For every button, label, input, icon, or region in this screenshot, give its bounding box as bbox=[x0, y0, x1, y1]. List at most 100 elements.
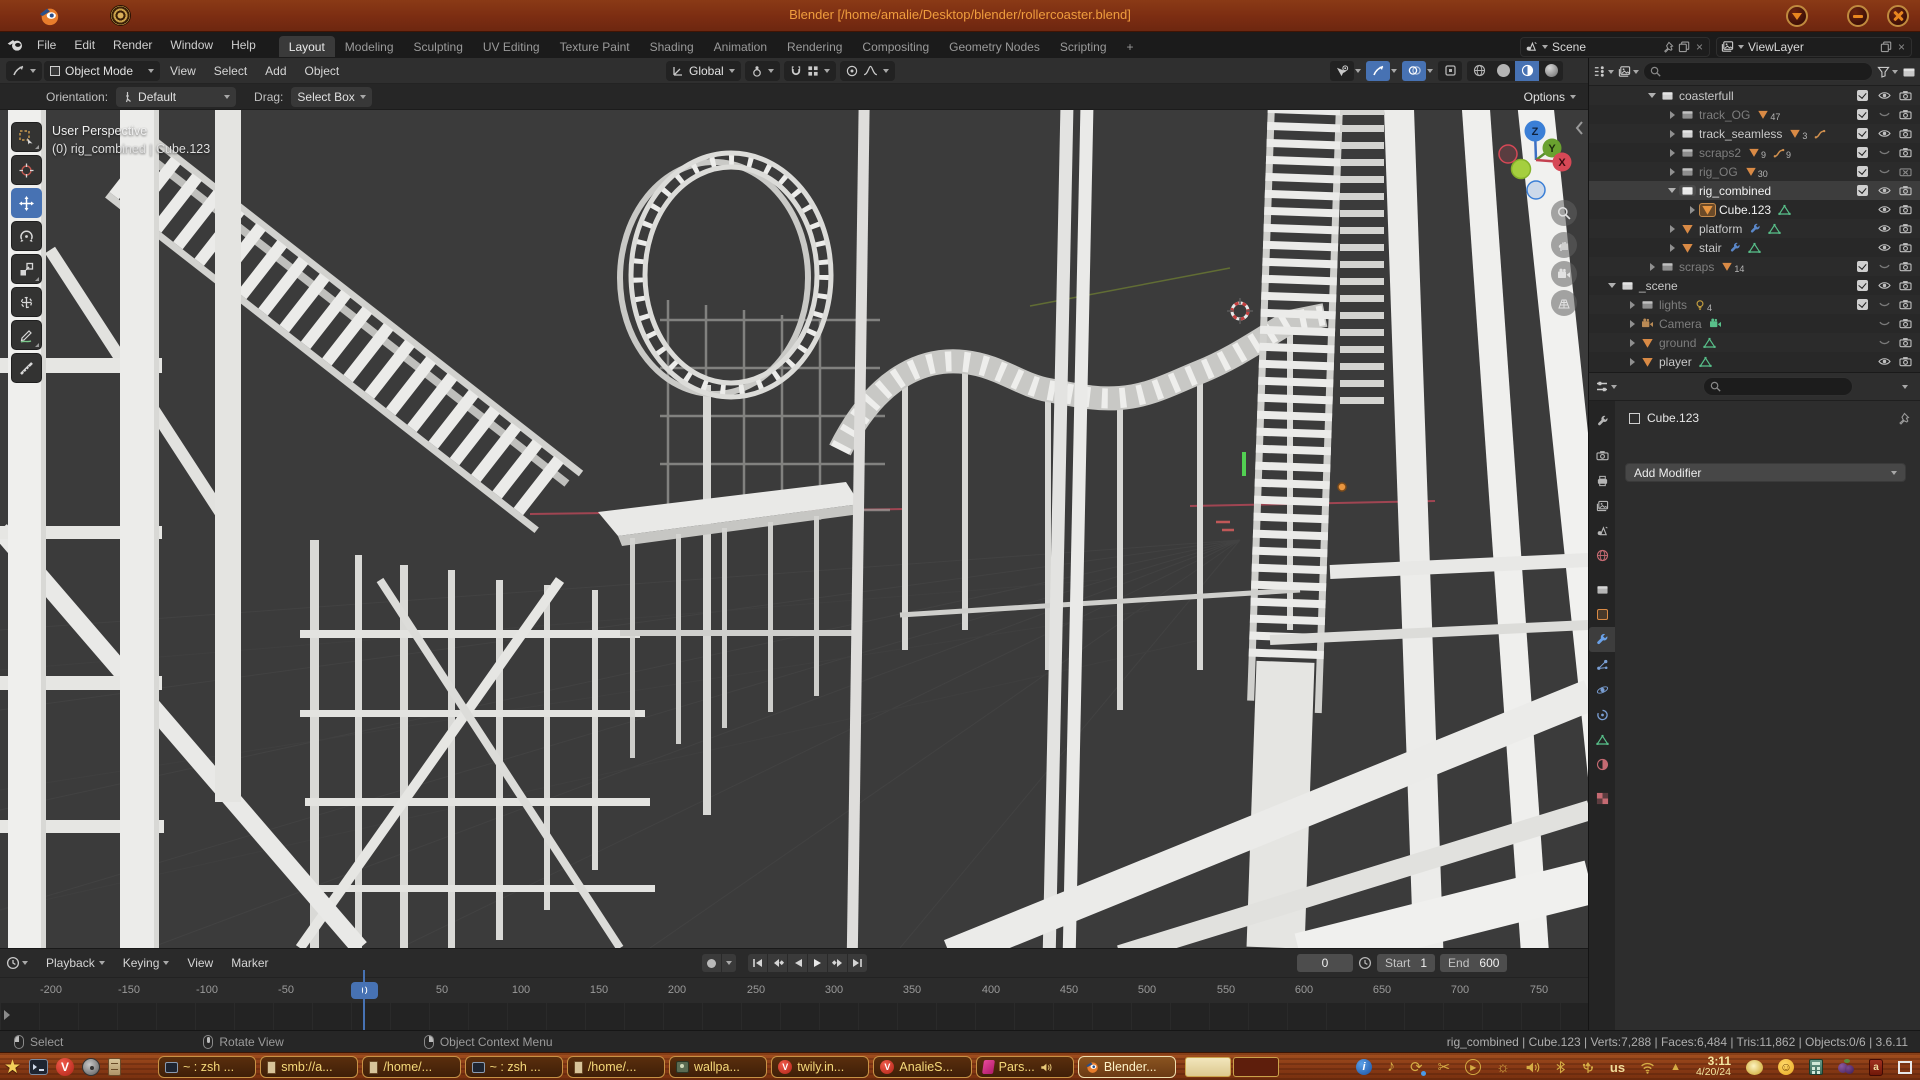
tab-constraints[interactable] bbox=[1589, 702, 1615, 727]
show-overlays-toggle[interactable] bbox=[1402, 61, 1426, 81]
pin-icon[interactable] bbox=[1662, 41, 1674, 53]
task-home-1[interactable]: /home/... bbox=[362, 1056, 460, 1078]
task-blender[interactable]: Blender... bbox=[1078, 1056, 1176, 1078]
expand-icon[interactable] bbox=[1665, 130, 1679, 138]
lamp-tray-icon[interactable]: ☼ bbox=[1496, 1059, 1510, 1076]
music-tray-icon[interactable]: ♪ bbox=[1387, 1058, 1395, 1076]
tab-output[interactable] bbox=[1589, 468, 1615, 493]
task-pars[interactable]: Pars... bbox=[976, 1056, 1074, 1078]
perspective-toggle-button[interactable] bbox=[1551, 290, 1577, 316]
copy-viewlayer-icon[interactable] bbox=[1880, 41, 1892, 53]
scene-selector[interactable]: Scene × bbox=[1520, 37, 1710, 57]
tool-rotate[interactable] bbox=[11, 221, 42, 251]
new-collection-icon[interactable] bbox=[1902, 66, 1916, 78]
tab-rendering[interactable]: Rendering bbox=[777, 36, 852, 57]
shading-wireframe-button[interactable] bbox=[1467, 61, 1491, 81]
blender-app-icon[interactable] bbox=[7, 38, 23, 52]
show-object-types-toggle[interactable] bbox=[1330, 61, 1354, 81]
outliner-row-rig-og[interactable]: rig_OG 30 bbox=[1589, 162, 1920, 181]
viewlayer-selector[interactable]: ViewLayer × bbox=[1716, 37, 1912, 57]
exclude-checkbox[interactable] bbox=[1857, 109, 1868, 120]
close-window-button[interactable] bbox=[1887, 5, 1909, 27]
channel-expand-icon[interactable] bbox=[4, 1010, 10, 1020]
task-smb[interactable]: smb://a... bbox=[260, 1056, 358, 1078]
jump-to-start-button[interactable] bbox=[748, 954, 767, 972]
menu-edit[interactable]: Edit bbox=[65, 32, 104, 58]
menu-add[interactable]: Add bbox=[257, 64, 294, 78]
properties-editor-dropdown[interactable] bbox=[1595, 380, 1617, 393]
unlink-scene-icon[interactable]: × bbox=[1694, 40, 1705, 54]
tab-modifiers[interactable] bbox=[1589, 627, 1615, 652]
show-desktop-icon[interactable] bbox=[1898, 1061, 1912, 1074]
mode-dropdown[interactable]: Object Mode bbox=[44, 61, 160, 81]
outliner-row-track-og[interactable]: track_OG 47 bbox=[1589, 105, 1920, 124]
tab-material[interactable] bbox=[1589, 752, 1615, 777]
auto-keyframe-toggle[interactable] bbox=[702, 954, 721, 972]
tool-annotate[interactable] bbox=[11, 320, 42, 350]
exclude-checkbox[interactable] bbox=[1857, 299, 1868, 310]
expand-icon[interactable] bbox=[1665, 149, 1679, 157]
exclude-checkbox[interactable] bbox=[1857, 261, 1868, 272]
playhead-line[interactable] bbox=[363, 970, 365, 1031]
tab-particles[interactable] bbox=[1589, 652, 1615, 677]
copy-scene-icon[interactable] bbox=[1678, 41, 1690, 53]
tab-texture[interactable] bbox=[1589, 786, 1615, 811]
frame-start-field[interactable]: Start1 bbox=[1377, 954, 1435, 972]
menu-object[interactable]: Object bbox=[297, 64, 348, 78]
menu-playback[interactable]: Playback bbox=[38, 956, 113, 970]
tray-expand-icon[interactable]: ▲ bbox=[1670, 1061, 1681, 1073]
workspace-2[interactable] bbox=[1233, 1057, 1279, 1077]
tab-uv-editing[interactable]: UV Editing bbox=[473, 36, 550, 57]
expand-icon[interactable] bbox=[1645, 93, 1659, 98]
menu-select[interactable]: Select bbox=[206, 64, 255, 78]
outliner-filter-dropdown[interactable] bbox=[1877, 66, 1898, 78]
expand-icon[interactable] bbox=[1665, 111, 1679, 119]
menu-help[interactable]: Help bbox=[222, 32, 265, 58]
outliner-row-platform[interactable]: platform bbox=[1589, 219, 1920, 238]
expand-icon[interactable] bbox=[1665, 188, 1679, 193]
tool-move[interactable] bbox=[11, 188, 42, 218]
outliner-row-scraps2[interactable]: scraps2 9 9 bbox=[1589, 143, 1920, 162]
outliner-row-track-seamless[interactable]: track_seamless 3 bbox=[1589, 124, 1920, 143]
expand-icon[interactable] bbox=[1625, 320, 1639, 328]
xray-toggle[interactable] bbox=[1438, 61, 1462, 81]
menu-view-timeline[interactable]: View bbox=[179, 956, 221, 970]
menu-file[interactable]: File bbox=[28, 32, 65, 58]
tab-animation[interactable]: Animation bbox=[704, 36, 777, 57]
menu-view[interactable]: View bbox=[162, 64, 204, 78]
options-dropdown[interactable]: Options bbox=[1518, 87, 1582, 107]
auto-keyframe-dropdown[interactable] bbox=[722, 954, 736, 972]
prev-keyframe-button[interactable] bbox=[768, 954, 787, 972]
menu-keying[interactable]: Keying bbox=[115, 956, 178, 970]
menu-marker[interactable]: Marker bbox=[223, 956, 276, 970]
pivot-point-dropdown[interactable] bbox=[745, 61, 780, 81]
task-analies[interactable]: VAnalieS... bbox=[873, 1056, 971, 1078]
task-zsh-1[interactable]: ~ : zsh ... bbox=[158, 1056, 256, 1078]
volume-tray-icon[interactable] bbox=[1525, 1061, 1540, 1074]
use-preview-range-icon[interactable] bbox=[1358, 956, 1372, 970]
outliner-row-rig-combined[interactable]: rig_combined bbox=[1589, 181, 1920, 200]
properties-search-input[interactable] bbox=[1703, 377, 1853, 396]
outliner-editor-dropdown[interactable] bbox=[1593, 65, 1614, 78]
tab-scene[interactable] bbox=[1589, 518, 1615, 543]
vivaldi-launcher-icon[interactable]: V bbox=[56, 1058, 74, 1076]
tool-cursor[interactable] bbox=[11, 155, 42, 185]
exclude-checkbox[interactable] bbox=[1857, 90, 1868, 101]
proportional-editing-dropdown[interactable] bbox=[840, 61, 895, 81]
transform-orientation-dropdown[interactable]: Global bbox=[666, 61, 741, 81]
timeline-editor-dropdown[interactable] bbox=[6, 956, 28, 970]
calculator-tray-icon[interactable] bbox=[1809, 1059, 1823, 1075]
terminal-launcher-icon[interactable] bbox=[29, 1059, 48, 1075]
add-modifier-dropdown[interactable]: Add Modifier bbox=[1625, 463, 1906, 482]
notification-lamp-icon[interactable] bbox=[1746, 1060, 1763, 1075]
scissors-tray-icon[interactable]: ✂ bbox=[1438, 1058, 1451, 1076]
info-tray-icon[interactable]: i bbox=[1356, 1059, 1372, 1075]
properties-options-icon[interactable] bbox=[1902, 385, 1908, 389]
editor-type-dropdown[interactable] bbox=[6, 61, 42, 81]
play-button[interactable] bbox=[808, 954, 827, 972]
expand-icon[interactable] bbox=[1605, 283, 1619, 288]
keyboard-layout-indicator[interactable]: us bbox=[1610, 1060, 1625, 1075]
menu-window[interactable]: Window bbox=[161, 32, 222, 58]
jump-to-end-button[interactable] bbox=[848, 954, 867, 972]
exclude-checkbox[interactable] bbox=[1857, 147, 1868, 158]
